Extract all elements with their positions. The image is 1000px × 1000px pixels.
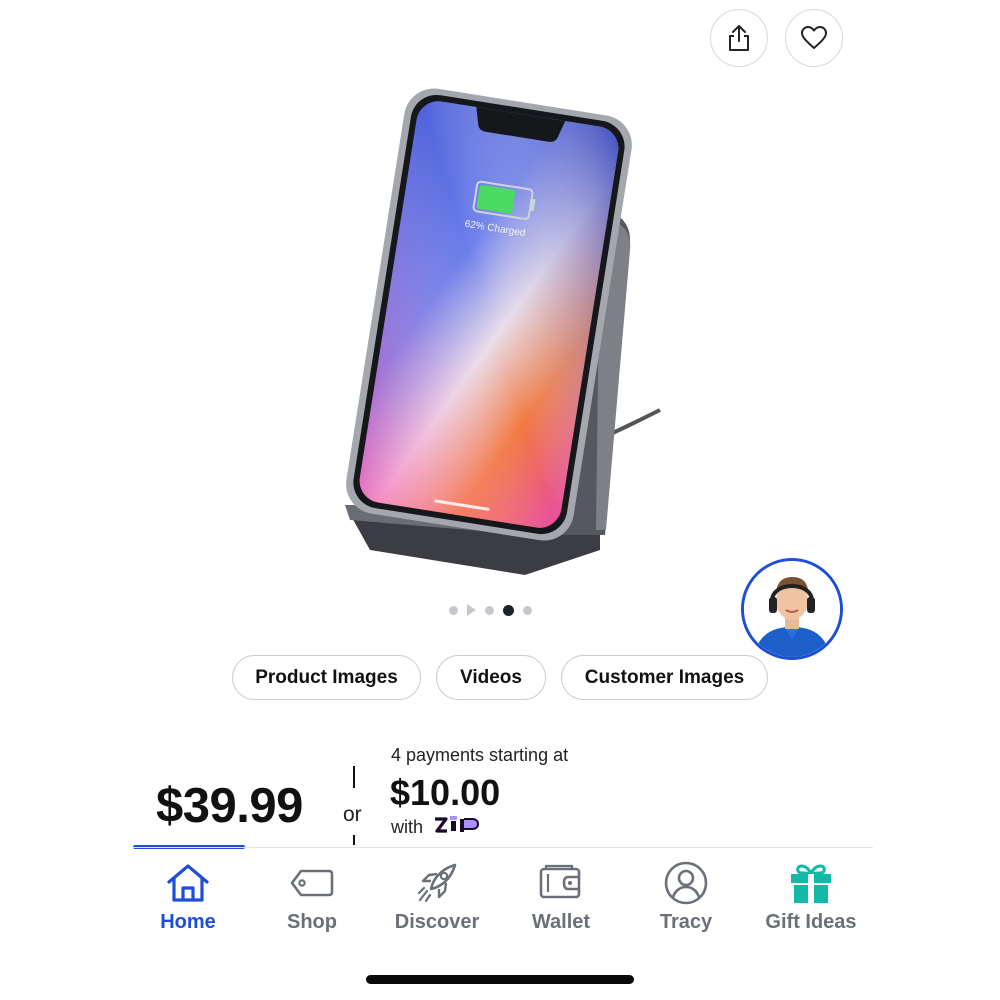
gift-icon: [791, 864, 831, 903]
carousel-dot[interactable]: [449, 605, 458, 615]
tab-discover[interactable]: Discover: [377, 860, 497, 934]
wallet-icon: [539, 864, 581, 899]
tab-shop-label: Shop: [287, 911, 337, 933]
videos-button[interactable]: Videos: [436, 655, 546, 700]
rocket-icon: [417, 863, 457, 903]
nav-divider: [133, 847, 873, 848]
zip-logo[interactable]: [433, 815, 485, 835]
divider: [353, 766, 355, 788]
heart-icon: [801, 26, 827, 49]
share-button[interactable]: [710, 9, 768, 67]
share-icon: [729, 25, 749, 51]
favorite-button[interactable]: [785, 9, 843, 67]
tab-home[interactable]: Home: [128, 860, 248, 934]
tag-icon: [290, 869, 334, 897]
video-play-icon[interactable]: [467, 604, 476, 616]
tab-wallet[interactable]: Wallet: [501, 860, 621, 934]
tab-shop[interactable]: Shop: [252, 860, 372, 934]
payments-caption: 4 payments starting at: [391, 745, 569, 765]
tab-gift-ideas[interactable]: Gift Ideas: [751, 860, 871, 934]
product-image[interactable]: 62% Charged: [300, 80, 680, 590]
tab-gift-ideas-label: Gift Ideas: [765, 911, 857, 933]
with-label: with: [391, 817, 424, 837]
or-label: or: [343, 803, 362, 826]
carousel-dot[interactable]: [523, 605, 532, 615]
tab-home-label: Home: [160, 911, 216, 933]
agent-portrait: [744, 561, 840, 657]
home-indicator[interactable]: [366, 975, 634, 984]
tab-account[interactable]: Tracy: [626, 860, 746, 934]
carousel-dot-active[interactable]: [503, 604, 514, 616]
customer-images-button[interactable]: Customer Images: [561, 655, 768, 700]
chat-agent-avatar[interactable]: [741, 558, 843, 660]
divider: [353, 835, 355, 845]
product-images-button[interactable]: Product Images: [232, 655, 421, 700]
tab-account-label: Tracy: [659, 911, 713, 933]
tab-discover-label: Discover: [394, 911, 480, 933]
user-icon: [664, 861, 708, 905]
home-icon: [167, 864, 209, 902]
price: $39.99: [156, 779, 303, 833]
carousel-indicator[interactable]: [449, 602, 532, 618]
installment-price: $10.00: [390, 772, 501, 813]
carousel-dot[interactable]: [485, 605, 494, 615]
tab-wallet-label: Wallet: [531, 911, 591, 933]
